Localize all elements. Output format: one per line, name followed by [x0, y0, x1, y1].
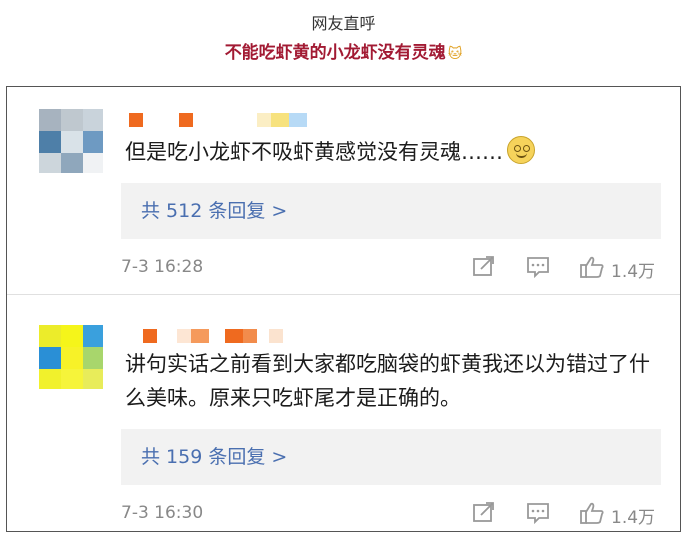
- avatar[interactable]: [39, 325, 103, 389]
- comment-item: 讲句实话之前看到大家都吃脑袋的虾黄我还以为错过了什么美味。原来只吃虾尾才是正确的…: [7, 307, 680, 532]
- view-replies-link[interactable]: 共 512 条回复 >: [121, 183, 661, 239]
- comment-item: 但是吃小龙虾不吸虾黄感觉没有灵魂…… 共 512 条回复 > 7-3 16:28…: [7, 87, 680, 295]
- share-icon[interactable]: [471, 501, 497, 525]
- thumbs-up-icon[interactable]: [579, 255, 605, 279]
- avatar[interactable]: [39, 109, 103, 173]
- smiling-face-emoji-icon: [507, 136, 535, 164]
- comment-panel: 但是吃小龙虾不吸虾黄感觉没有灵魂…… 共 512 条回复 > 7-3 16:28…: [6, 86, 681, 532]
- header-title: 不能吃虾黄的小龙虾没有灵魂 🐱: [0, 38, 687, 63]
- comment-meta: 7-3 16:28 1.4万: [121, 255, 658, 282]
- comment-text-content: 但是吃小龙虾不吸虾黄感觉没有灵魂……: [125, 140, 503, 164]
- like-count: 1.4万: [611, 262, 656, 282]
- comment-icon[interactable]: [525, 255, 551, 279]
- comment-text: 讲句实话之前看到大家都吃脑袋的虾黄我还以为错过了什么美味。原来只吃虾尾才是正确的…: [125, 352, 650, 410]
- header-title-text: 不能吃虾黄的小龙虾没有灵魂: [224, 43, 446, 63]
- thumbs-up-icon[interactable]: [579, 501, 605, 525]
- share-icon[interactable]: [471, 255, 497, 279]
- view-replies-link[interactable]: 共 159 条回复 >: [121, 429, 661, 485]
- header-subtitle: 网友直呼: [311, 14, 376, 33]
- comment-icon[interactable]: [525, 501, 551, 525]
- like-count: 1.4万: [611, 508, 656, 528]
- comment-time: 7-3 16:30: [121, 503, 204, 523]
- comment-time: 7-3 16:28: [121, 257, 204, 277]
- comment-text: 但是吃小龙虾不吸虾黄感觉没有灵魂……: [125, 135, 660, 169]
- comment-meta: 7-3 16:30 1.4万: [121, 501, 658, 528]
- divider: [7, 294, 680, 295]
- cat-emoji-icon: 🐱: [447, 46, 463, 62]
